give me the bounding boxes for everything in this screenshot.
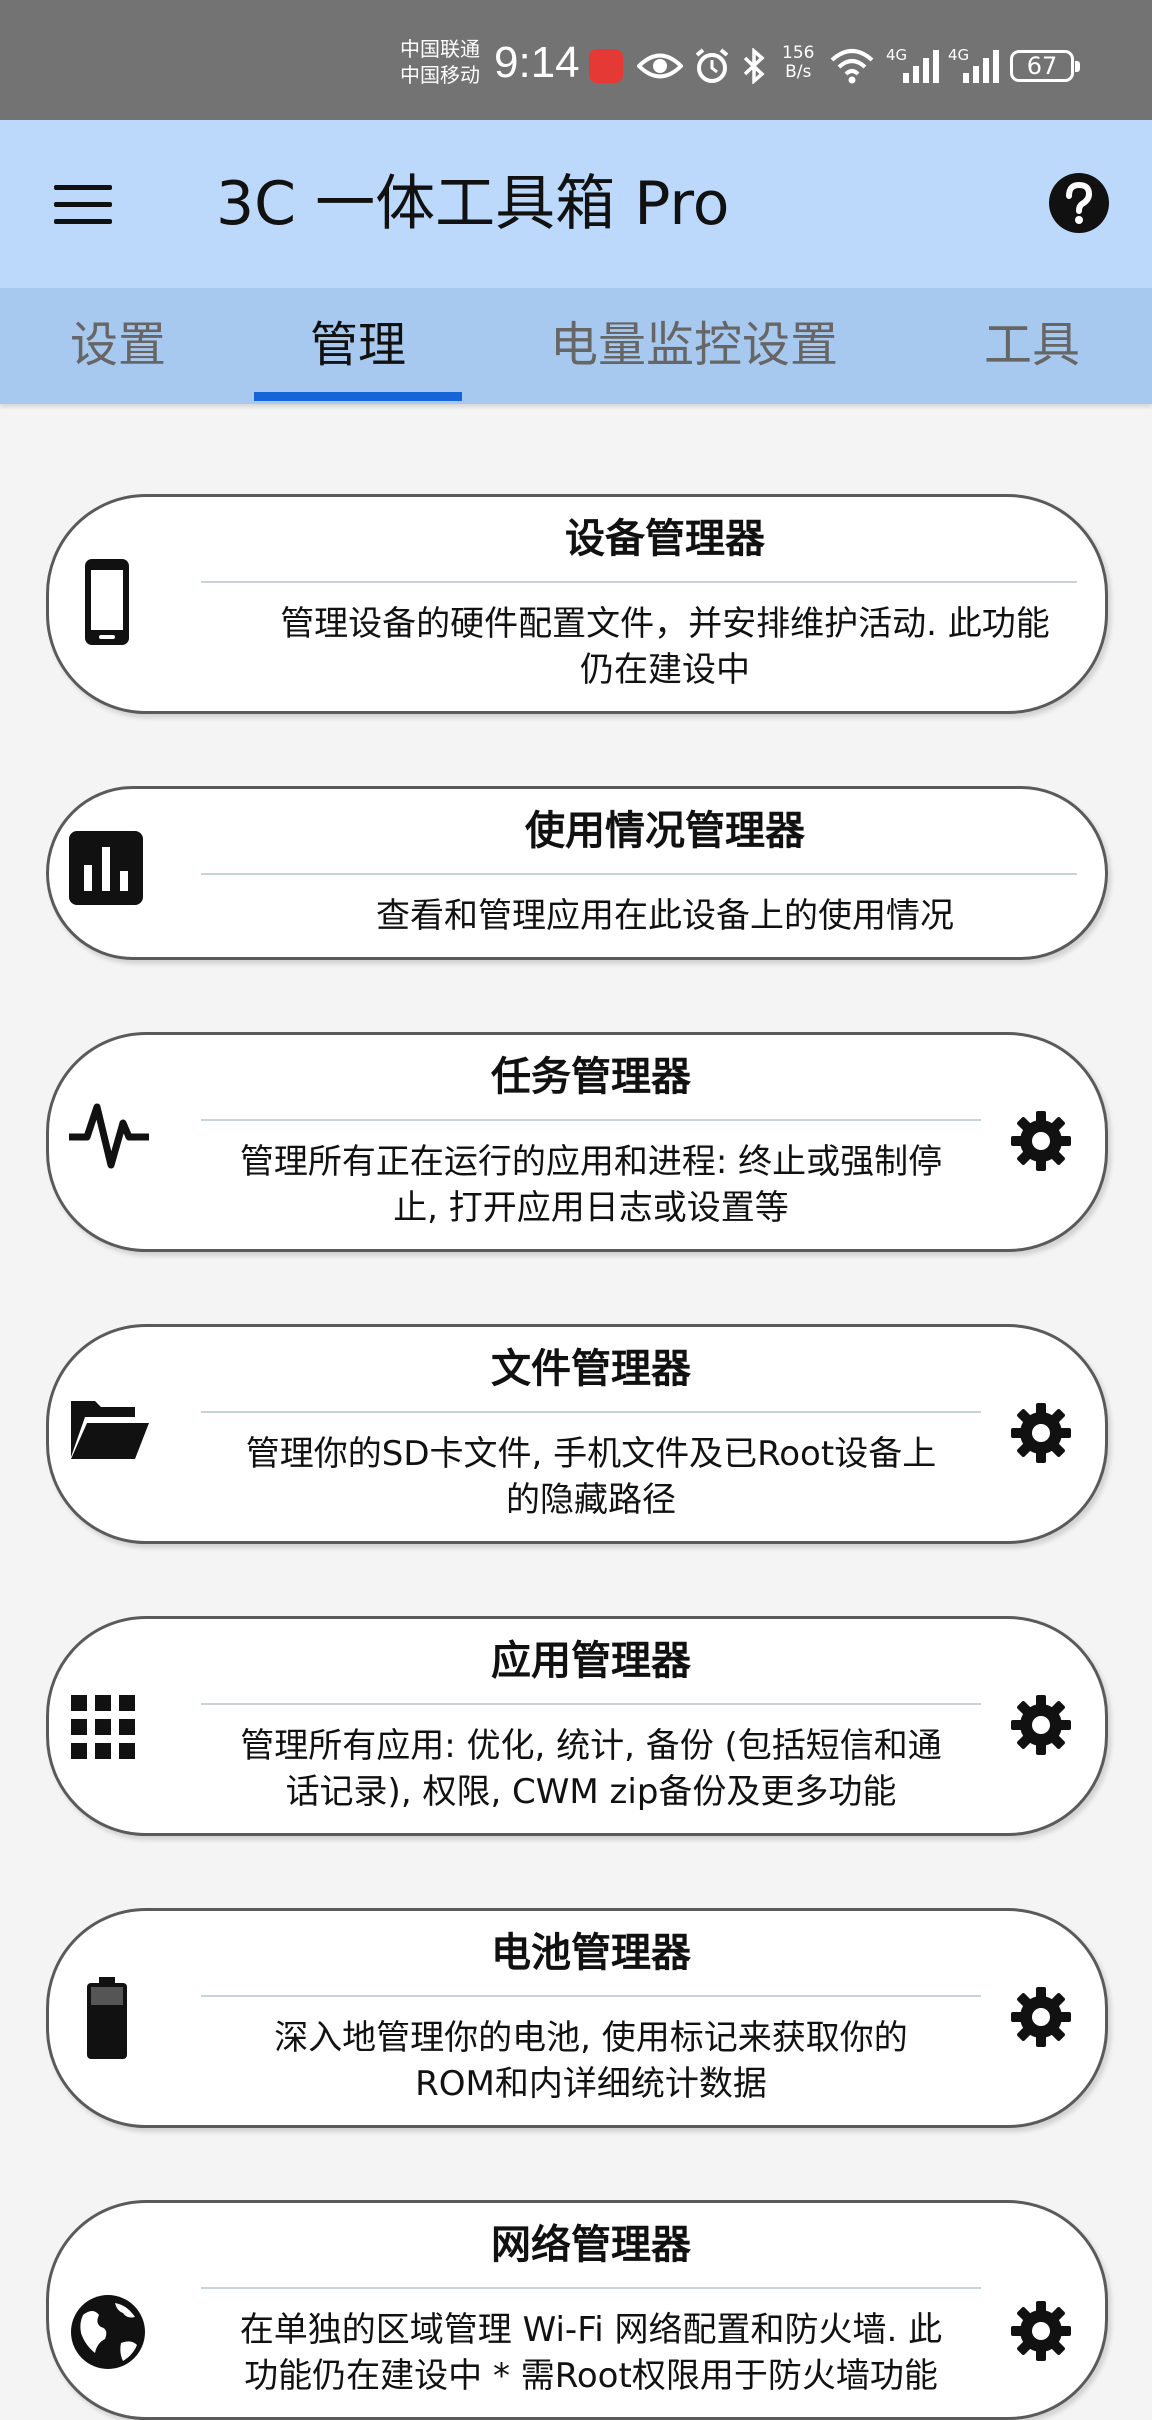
card-title: 电池管理器: [491, 1930, 691, 1976]
tab-tools[interactable]: 工具: [984, 316, 1080, 374]
card-description: 深入地管理你的电池, 使用标记来获取你的 ROM和内详细统计数据: [274, 2018, 908, 2104]
bluetooth-icon: [740, 46, 768, 86]
battery-manager-settings-gear-icon[interactable]: [1009, 1985, 1073, 2049]
card-network-manager[interactable]: 网络管理器 在单独的区域管理 Wi-Fi 网络配置和防火墙. 此 功能仍在建设中…: [46, 2200, 1108, 2420]
app-title: 3C 一体工具箱 Pro: [216, 169, 730, 239]
card-description: 查看和管理应用在此设备上的使用情况: [376, 896, 954, 936]
folder-open-icon: [69, 1397, 149, 1481]
card-battery-manager[interactable]: 电池管理器 深入地管理你的电池, 使用标记来获取你的 ROM和内详细统计数据: [46, 1908, 1108, 2128]
active-tab-indicator: [254, 392, 462, 401]
phone-icon: [69, 557, 143, 645]
carrier-labels: 中国联通 中国移动: [400, 36, 480, 88]
task-manager-settings-gear-icon[interactable]: [1009, 1109, 1073, 1173]
signal-1-icon: [900, 46, 942, 86]
card-title: 网络管理器: [491, 2222, 691, 2268]
card-title: 文件管理器: [491, 1346, 691, 1392]
card-divider: [201, 1995, 981, 1997]
card-device-manager[interactable]: 设备管理器 管理设备的硬件配置文件，并安排维护活动. 此功能 仍在建设中: [46, 494, 1108, 714]
card-app-manager[interactable]: 应用管理器 管理所有应用: 优化, 统计, 备份 (包括短信和通 话记录), 权…: [46, 1616, 1108, 1836]
tab-manage[interactable]: 管理: [310, 316, 406, 374]
card-divider: [201, 1119, 981, 1121]
card-divider: [201, 1703, 981, 1705]
card-file-manager[interactable]: 文件管理器 管理你的SD卡文件, 手机文件及已Root设备上 的隐藏路径: [46, 1324, 1108, 1544]
card-usage-manager[interactable]: 使用情况管理器 查看和管理应用在此设备上的使用情况: [46, 786, 1108, 960]
card-title: 任务管理器: [491, 1054, 691, 1100]
card-task-manager[interactable]: 任务管理器 管理所有正在运行的应用和进程: 终止或强制停 止, 打开应用日志或设…: [46, 1032, 1108, 1252]
card-description: 管理设备的硬件配置文件，并安排维护活动. 此功能 仍在建设中: [280, 604, 1050, 690]
tab-bar: 设置 管理 电量监控设置 工具: [0, 288, 1152, 404]
card-divider: [201, 2287, 981, 2289]
apps-grid-icon: [69, 1693, 143, 1777]
card-title: 设备管理器: [565, 516, 765, 562]
app-manager-settings-gear-icon[interactable]: [1009, 1693, 1073, 1757]
app-notification-icon: [588, 46, 624, 86]
card-title: 使用情况管理器: [525, 808, 805, 854]
wifi-icon: [826, 46, 878, 86]
status-bar: 中国联通 中国移动 9:14 156 B/s 4G 4G 67: [0, 0, 1152, 120]
file-manager-settings-gear-icon[interactable]: [1009, 1401, 1073, 1465]
card-description: 管理所有应用: 优化, 统计, 备份 (包括短信和通 话记录), 权限, CWM…: [240, 1726, 942, 1812]
help-icon[interactable]: [1048, 172, 1110, 234]
battery-indicator: 67: [1010, 50, 1080, 82]
card-divider: [201, 581, 1077, 583]
tab-battery-monitor-settings[interactable]: 电量监控设置: [550, 316, 838, 374]
card-description: 在单独的区域管理 Wi-Fi 网络配置和防火墙. 此 功能仍在建设中 * 需Ro…: [239, 2310, 943, 2396]
carrier-1: 中国联通: [400, 37, 480, 61]
globe-icon: [69, 2293, 145, 2377]
network-manager-settings-gear-icon[interactable]: [1009, 2299, 1073, 2363]
bar-chart-icon: [69, 831, 143, 915]
battery-icon: [69, 1977, 143, 2061]
alarm-icon: [692, 46, 732, 86]
card-description: 管理所有正在运行的应用和进程: 终止或强制停 止, 打开应用日志或设置等: [239, 1142, 943, 1228]
tab-settings[interactable]: 设置: [70, 316, 166, 374]
card-title: 应用管理器: [491, 1638, 691, 1684]
carrier-2: 中国移动: [400, 63, 480, 87]
card-divider: [201, 873, 1077, 875]
card-divider: [201, 1411, 981, 1413]
network-speed: 156 B/s: [782, 43, 815, 82]
activity-icon: [69, 1099, 149, 1183]
signal-2-icon: [960, 46, 1002, 86]
eye-comfort-icon: [636, 46, 684, 86]
menu-icon[interactable]: [54, 185, 114, 225]
status-time: 9:14: [494, 38, 580, 87]
card-description: 管理你的SD卡文件, 手机文件及已Root设备上 的隐藏路径: [245, 1434, 937, 1520]
